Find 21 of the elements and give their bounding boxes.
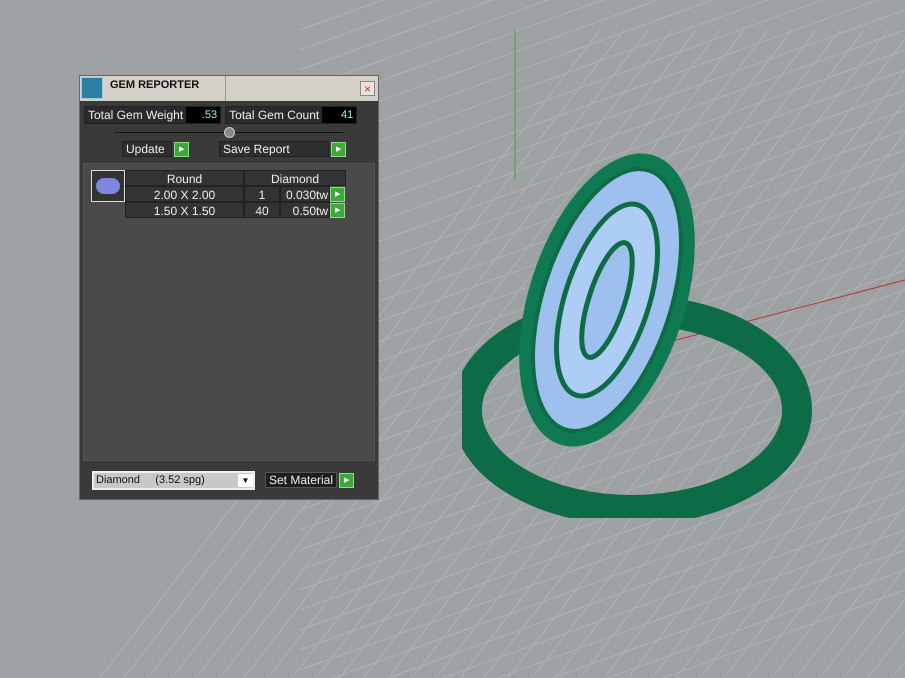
set-material-button[interactable]: Set Material	[265, 472, 338, 488]
total-label: Total Gem Weight	[85, 107, 186, 123]
caret-icon: ▼	[238, 474, 253, 486]
table-cell: 0.030tw	[280, 186, 330, 202]
table-cell: 0.50tw	[280, 202, 330, 218]
table-cell: 1.50 X 1.50	[125, 202, 244, 218]
close-button[interactable]: ×	[360, 81, 375, 96]
table-cell: 2.00 X 2.00	[125, 186, 244, 202]
total-label: Total Gem Count	[226, 107, 322, 123]
table-cell: 1	[244, 186, 280, 202]
column-header: Diamond	[244, 170, 346, 186]
report-button[interactable]: Update	[122, 141, 172, 157]
column-header: Round	[125, 170, 244, 186]
collapse-handle-icon[interactable]	[224, 127, 234, 138]
total-value: 41	[322, 107, 356, 123]
gem-icon	[91, 170, 125, 202]
report-button[interactable]: Save Report	[219, 141, 329, 157]
panel-title: GEM REPORTER	[104, 76, 226, 101]
table-cell: 40	[244, 202, 280, 218]
material-dropdown[interactable]: Diamond (3.52 spg) ▼	[92, 470, 255, 490]
total-value: .53	[186, 107, 220, 123]
